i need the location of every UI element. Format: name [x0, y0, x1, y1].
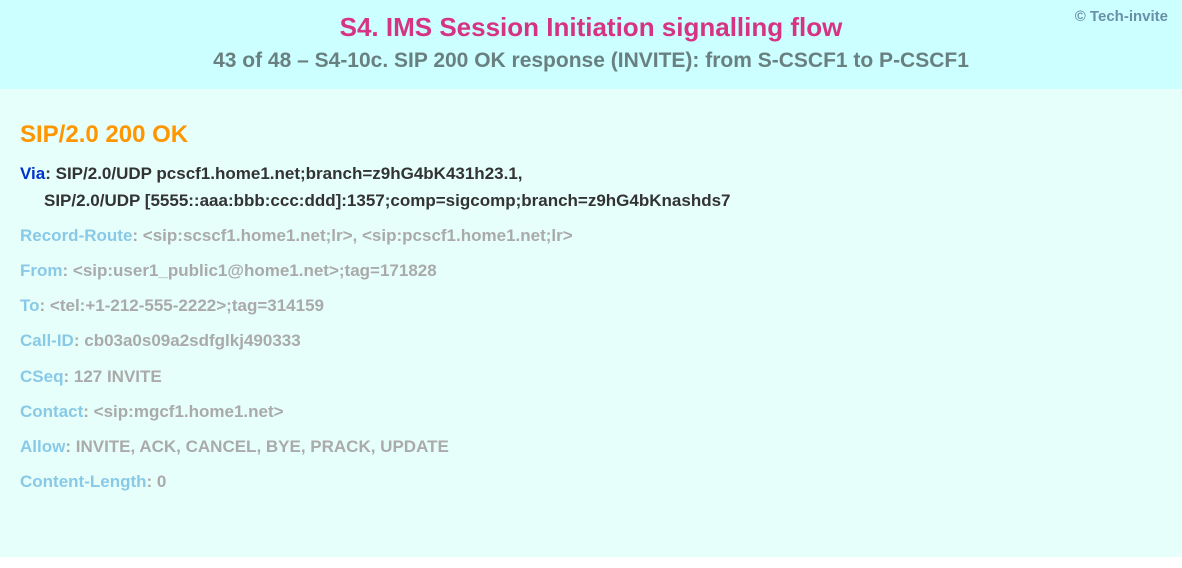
sip-header-separator: : — [40, 296, 50, 315]
sip-header-name: Record-Route — [20, 226, 132, 245]
sip-header-name: From — [20, 261, 63, 280]
sip-header-separator: : — [63, 261, 73, 280]
sip-header-separator: : — [65, 437, 75, 456]
sip-header-separator: : — [63, 367, 73, 386]
sip-header-line: Contact: <sip:mgcf1.home1.net> — [20, 401, 1162, 423]
sip-header-value: cb03a0s09a2sdfglkj490333 — [84, 331, 300, 350]
sip-header-line: Call-ID: cb03a0s09a2sdfglkj490333 — [20, 330, 1162, 352]
copyright-text: © Tech-invite — [1075, 8, 1168, 25]
sip-header-value: <sip:mgcf1.home1.net> — [94, 402, 284, 421]
sip-header-value: <sip:scscf1.home1.net;lr>, <sip:pcscf1.h… — [143, 226, 573, 245]
sip-header-separator: : — [45, 164, 55, 183]
sip-header-value: <sip:user1_public1@home1.net>;tag=171828 — [73, 261, 437, 280]
sip-header-continuation-value: SIP/2.0/UDP [5555::aaa:bbb:ccc:ddd]:1357… — [44, 191, 731, 210]
sip-header-name: Content-Length — [20, 472, 147, 491]
sip-header-value: SIP/2.0/UDP pcscf1.home1.net;branch=z9hG… — [56, 164, 523, 183]
page-subtitle: 43 of 48 – S4-10c. SIP 200 OK response (… — [20, 49, 1162, 73]
sip-header-separator: : — [132, 226, 142, 245]
sip-header-value: 0 — [157, 472, 166, 491]
sip-header-value: 127 INVITE — [74, 367, 162, 386]
document-header: © Tech-invite S4. IMS Session Initiation… — [0, 0, 1182, 89]
sip-header-line: To: <tel:+1-212-555-2222>;tag=314159 — [20, 295, 1162, 317]
sip-message-content: SIP/2.0 200 OK Via: SIP/2.0/UDP pcscf1.h… — [0, 89, 1182, 557]
sip-header-name: Call-ID — [20, 331, 74, 350]
sip-header-name: To — [20, 296, 40, 315]
sip-header-name: CSeq — [20, 367, 63, 386]
sip-header-value: INVITE, ACK, CANCEL, BYE, PRACK, UPDATE — [76, 437, 449, 456]
sip-header-line: Allow: INVITE, ACK, CANCEL, BYE, PRACK, … — [20, 436, 1162, 458]
sip-header-separator: : — [74, 331, 84, 350]
sip-header-name: Contact — [20, 402, 83, 421]
sip-header-line: CSeq: 127 INVITE — [20, 366, 1162, 388]
sip-header-line: Content-Length: 0 — [20, 471, 1162, 493]
sip-header-name: Allow — [20, 437, 65, 456]
sip-header-value: <tel:+1-212-555-2222>;tag=314159 — [50, 296, 324, 315]
sip-header-continuation: SIP/2.0/UDP [5555::aaa:bbb:ccc:ddd]:1357… — [20, 190, 1162, 212]
sip-headers-container: Via: SIP/2.0/UDP pcscf1.home1.net;branch… — [20, 163, 1162, 493]
sip-header-line: Record-Route: <sip:scscf1.home1.net;lr>,… — [20, 225, 1162, 247]
page-title: S4. IMS Session Initiation signalling fl… — [20, 12, 1162, 43]
sip-status-line: SIP/2.0 200 OK — [20, 121, 1162, 149]
sip-header-line: Via: SIP/2.0/UDP pcscf1.home1.net;branch… — [20, 163, 1162, 185]
sip-header-separator: : — [83, 402, 93, 421]
sip-header-separator: : — [147, 472, 157, 491]
sip-header-name: Via — [20, 164, 45, 183]
sip-header-line: From: <sip:user1_public1@home1.net>;tag=… — [20, 260, 1162, 282]
